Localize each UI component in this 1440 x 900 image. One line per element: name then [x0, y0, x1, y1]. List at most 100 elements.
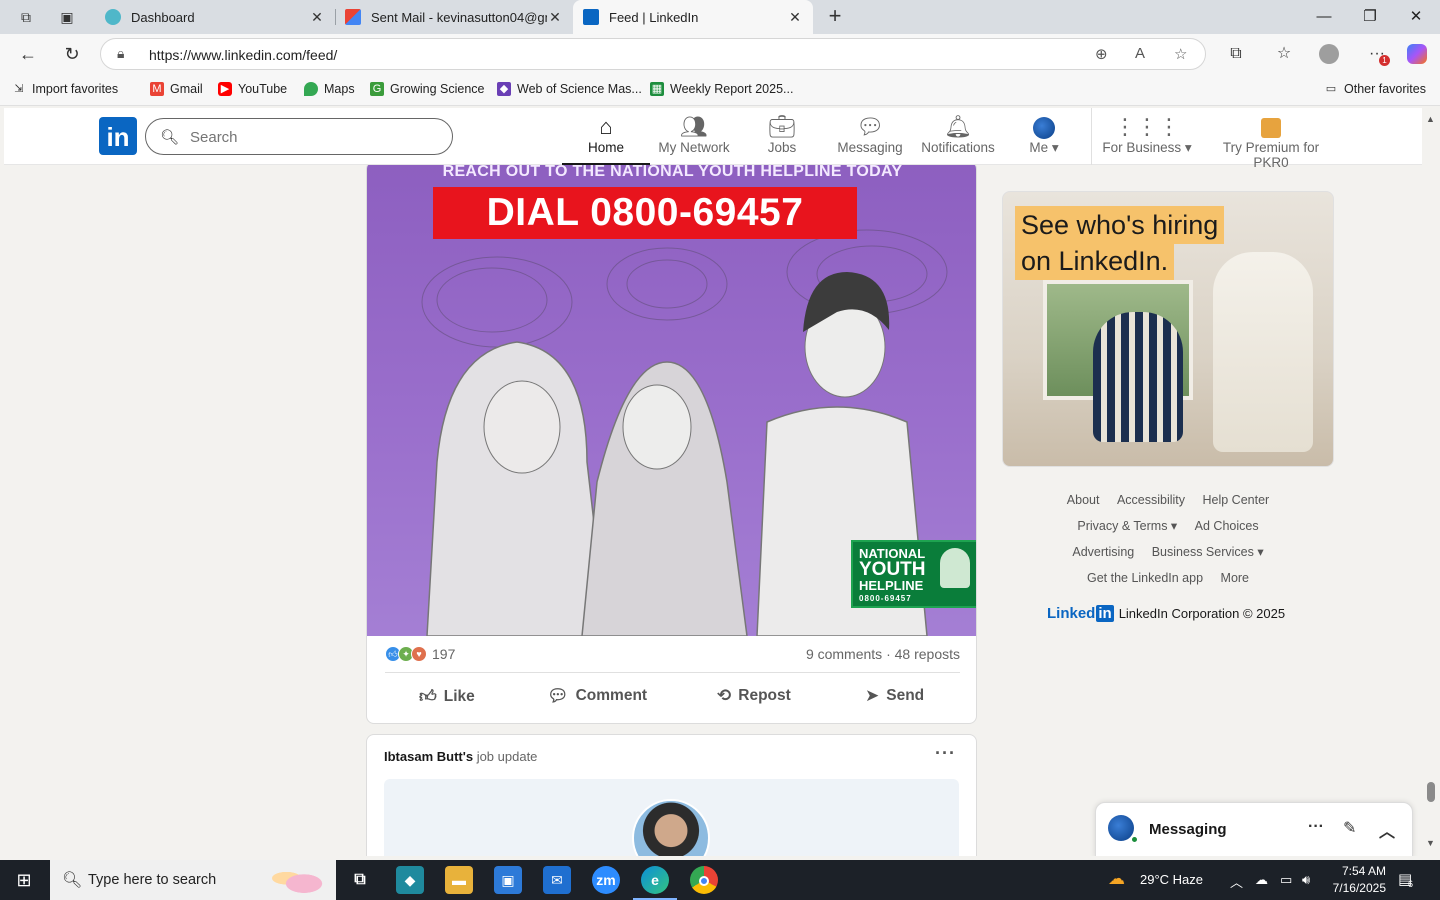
- scroll-down-icon[interactable]: ▼: [1426, 838, 1435, 848]
- close-window-button[interactable]: ✕: [1393, 0, 1439, 34]
- linkedin-logo-icon[interactable]: in: [99, 117, 137, 155]
- send-button[interactable]: ➤ Send: [865, 686, 924, 706]
- new-tab-button[interactable]: +: [824, 5, 846, 27]
- bookmark-youtube[interactable]: ▶ YouTube: [218, 82, 287, 96]
- chevron-up-icon[interactable]: ︿: [1230, 872, 1243, 891]
- clock[interactable]: 7:54 AM 7/16/2025: [1326, 863, 1386, 897]
- like-button[interactable]: 👍︎ Like: [419, 686, 475, 707]
- copilot-icon[interactable]: [1406, 43, 1428, 65]
- comments-reposts-count[interactable]: 9 comments · 48 reposts: [806, 646, 960, 662]
- bookmark-gmail[interactable]: M Gmail: [150, 82, 203, 96]
- footer-link-accessibility[interactable]: Accessibility: [1117, 493, 1185, 507]
- footer-link-ad-choices[interactable]: Ad Choices: [1195, 519, 1259, 533]
- footer-link-help-center[interactable]: Help Center: [1203, 493, 1270, 507]
- nav-jobs[interactable]: 💼︎ Jobs: [758, 114, 806, 164]
- reactions[interactable]: 👍︎ ✦ ♥ 197: [385, 646, 455, 662]
- ad-person-image: [1093, 312, 1183, 442]
- windows-start-icon[interactable]: ⊞: [0, 860, 48, 900]
- nav-home[interactable]: ⌂ Home: [562, 114, 650, 165]
- settings-more-icon[interactable]: ··· 1: [1366, 43, 1390, 66]
- close-icon[interactable]: ✕: [309, 9, 325, 26]
- nav-my-network[interactable]: 👥︎ My Network: [654, 114, 734, 164]
- tab-actions-icon[interactable]: ▣: [58, 8, 76, 26]
- mail-icon[interactable]: ✉: [543, 866, 571, 894]
- chrome-icon[interactable]: [690, 866, 718, 894]
- footer-link-privacy-terms[interactable]: Privacy & Terms ▾: [1077, 519, 1177, 533]
- footer-link-business-services[interactable]: Business Services ▾: [1152, 545, 1264, 559]
- premium-icon: [1206, 114, 1336, 140]
- workspaces-icon[interactable]: ⧉: [17, 8, 35, 26]
- store-icon[interactable]: ▣: [494, 866, 522, 894]
- comment-button[interactable]: 💬︎ Comment: [547, 686, 647, 706]
- post-header: Ibtasam Butt's job update: [384, 749, 537, 764]
- action-label: Like: [443, 687, 475, 705]
- taskbar-search[interactable]: 🔍︎ Type here to search: [50, 860, 336, 900]
- more-options-icon[interactable]: ···: [935, 743, 956, 764]
- job-update-card[interactable]: [384, 779, 959, 856]
- app-icon[interactable]: ◆: [396, 866, 424, 894]
- search-input[interactable]: [190, 127, 440, 147]
- network-icon[interactable]: ▭: [1280, 872, 1292, 888]
- extensions-icon[interactable]: ⧉: [1225, 43, 1247, 65]
- back-icon[interactable]: ←: [17, 43, 39, 65]
- volume-icon[interactable]: 🔊︎: [1302, 872, 1310, 888]
- footer-link-more[interactable]: More: [1221, 571, 1249, 585]
- compose-icon[interactable]: ✎: [1343, 818, 1356, 838]
- nav-me[interactable]: Me ▾: [1022, 114, 1066, 164]
- repost-button[interactable]: ⟲ Repost: [717, 686, 791, 706]
- tab-linkedin[interactable]: Feed | LinkedIn ✕: [573, 0, 813, 34]
- avatar[interactable]: [632, 799, 710, 856]
- nav-for-business[interactable]: ⋮⋮⋮ For Business ▾: [1102, 114, 1192, 164]
- tab-gmail[interactable]: Sent Mail - kevinasutton04@gma ✕: [335, 0, 573, 34]
- lock-icon[interactable]: 🔒︎: [117, 45, 124, 62]
- close-icon[interactable]: ✕: [787, 9, 803, 26]
- chevron-up-icon[interactable]: ︿: [1379, 818, 1395, 842]
- nav-notifications[interactable]: 🔔︎ Notifications: [918, 114, 998, 164]
- bookmark-web-of-science[interactable]: ◆ Web of Science Mas...: [497, 82, 642, 96]
- file-explorer-icon[interactable]: ▬: [445, 866, 473, 894]
- minimize-button[interactable]: —: [1301, 0, 1347, 34]
- page-scrollbar[interactable]: ▲ ▼: [1422, 108, 1440, 856]
- notification-center-icon[interactable]: ▤ 6: [1398, 870, 1413, 889]
- restore-button[interactable]: ❐: [1347, 0, 1393, 34]
- bookmark-import-favorites[interactable]: ⇲ Import favorites: [12, 82, 118, 96]
- reactions-count[interactable]: 197: [432, 646, 455, 662]
- bookmark-other-favorites[interactable]: ▭ Other favorites: [1324, 82, 1426, 96]
- refresh-icon[interactable]: ↻: [61, 43, 83, 65]
- messaging-panel[interactable]: Messaging ··· ✎ ︿: [1095, 802, 1413, 856]
- nav-messaging[interactable]: 💬︎ Messaging: [834, 114, 906, 164]
- zoom-icon[interactable]: ⊕: [1095, 45, 1108, 63]
- footer-link-get-app[interactable]: Get the LinkedIn app: [1087, 571, 1203, 585]
- nav-label: Me: [1029, 140, 1049, 155]
- address-bar[interactable]: 🔒︎ https://www.linkedin.com/feed/ ⊕ A ☆: [100, 38, 1206, 70]
- post-author[interactable]: Ibtasam Butt's: [384, 749, 473, 764]
- linkedin-wordmark: Linked in: [1047, 605, 1114, 622]
- zoom-app-icon[interactable]: zm: [592, 866, 620, 894]
- action-label: Send: [886, 687, 925, 704]
- weather-icon[interactable]: ☁: [1108, 869, 1125, 889]
- post-image[interactable]: REACH OUT TO THE NATIONAL YOUTH HELPLINE…: [367, 162, 976, 636]
- bookmark-weekly-report[interactable]: ▦ Weekly Report 2025...: [650, 82, 793, 96]
- edge-icon[interactable]: e: [633, 866, 677, 900]
- search-box[interactable]: 🔍︎: [145, 118, 453, 155]
- onedrive-icon[interactable]: ☁: [1255, 872, 1268, 888]
- read-aloud-icon[interactable]: A: [1135, 45, 1145, 62]
- task-view-icon[interactable]: ⧉: [346, 866, 374, 894]
- messaging-label[interactable]: Messaging: [1149, 821, 1227, 838]
- url-text[interactable]: https://www.linkedin.com/feed/: [149, 47, 337, 63]
- bookmark-growing-science[interactable]: G Growing Science: [370, 82, 485, 96]
- bookmark-maps[interactable]: Maps: [304, 82, 355, 96]
- close-icon[interactable]: ✕: [547, 9, 563, 26]
- favorites-icon[interactable]: ☆: [1273, 43, 1295, 65]
- scroll-up-icon[interactable]: ▲: [1426, 114, 1435, 124]
- hiring-ad[interactable]: See who's hiring on LinkedIn.: [1002, 191, 1334, 467]
- nav-premium[interactable]: Try Premium for PKR0: [1206, 114, 1336, 170]
- more-options-icon[interactable]: ···: [1308, 818, 1324, 836]
- favorite-star-icon[interactable]: ☆: [1174, 45, 1187, 63]
- footer-link-advertising[interactable]: Advertising: [1072, 545, 1134, 559]
- footer-link-about[interactable]: About: [1067, 493, 1100, 507]
- tab-dashboard[interactable]: Dashboard ✕: [95, 0, 335, 34]
- scrollbar-thumb[interactable]: [1427, 782, 1435, 802]
- profile-avatar-icon[interactable]: [1318, 43, 1340, 65]
- weather-text[interactable]: 29°C Haze: [1140, 872, 1203, 887]
